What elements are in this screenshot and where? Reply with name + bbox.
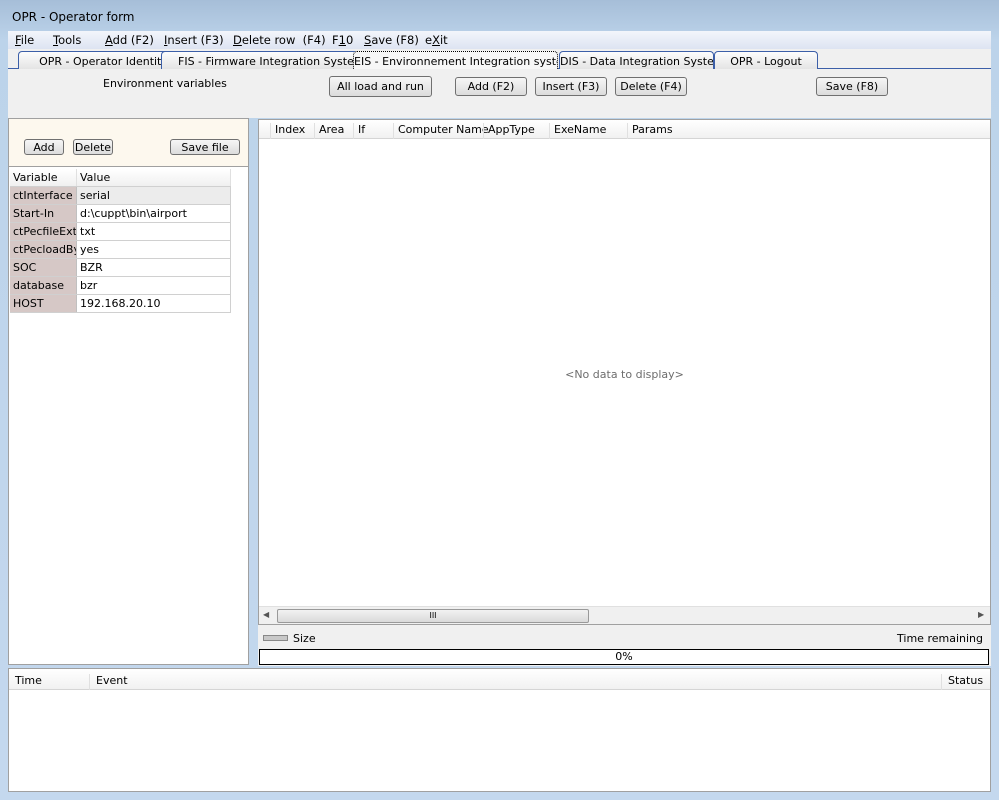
variable-value[interactable]: 192.168.20.10	[77, 295, 231, 312]
time-remaining-label: Time remaining	[897, 632, 983, 645]
variable-name[interactable]: HOST	[10, 295, 77, 312]
variables-grid: Variable Value ctInterface serial Start-In…	[10, 169, 231, 313]
menu-add[interactable]: Add (F2)	[105, 33, 154, 47]
grid-header: Index Area If Computer Name AppType ExeN…	[259, 120, 990, 139]
variable-value[interactable]: serial	[77, 187, 231, 204]
variable-row[interactable]: ctInterface serial	[10, 187, 231, 205]
variable-name[interactable]: Start-In	[10, 205, 77, 222]
variable-row[interactable]: SOC BZR	[10, 259, 231, 277]
menu-tools[interactable]: Tools	[53, 33, 81, 47]
scroll-left-icon[interactable]: ◀	[263, 610, 269, 619]
environment-variables-panel: Add Delete Save file Variable Value ctIn…	[8, 118, 249, 665]
event-log: Time Event Status	[8, 668, 991, 792]
variable-name[interactable]: ctPecfileExtension	[10, 223, 77, 240]
delete-button[interactable]: Delete (F4)	[615, 77, 687, 96]
variable-delete-button[interactable]: Delete	[73, 139, 113, 155]
scrollbar-thumb[interactable]: III	[277, 609, 589, 623]
applications-grid: Index Area If Computer Name AppType ExeN…	[258, 119, 991, 625]
menu-exit[interactable]: eXit	[425, 33, 448, 47]
variable-value[interactable]: BZR	[77, 259, 231, 276]
column-header-event[interactable]: Event	[89, 674, 128, 690]
grid-header: Variable Value	[10, 169, 231, 187]
menu-bar: File Tools Add (F2) Insert (F3) Delete r…	[8, 31, 991, 49]
menu-f10[interactable]: F10	[332, 33, 353, 47]
grip-icon: III	[429, 611, 437, 620]
column-header-status[interactable]: Status	[941, 674, 983, 690]
window-title: OPR - Operator form	[12, 10, 135, 24]
tab-environment-integration[interactable]: EIS - Environnement Integration system	[353, 51, 558, 69]
column-header-apptype[interactable]: AppType	[483, 123, 535, 139]
column-header-time[interactable]: Time	[9, 674, 42, 690]
tab-firmware-integration[interactable]: FIS - Firmware Integration System	[161, 51, 358, 69]
log-header: Time Event Status	[9, 669, 990, 690]
menu-save[interactable]: Save (F8)	[364, 33, 419, 47]
toolbar-panel: Environment variables All load and run A…	[8, 69, 991, 118]
variable-value[interactable]: yes	[77, 241, 231, 258]
menu-insert[interactable]: Insert (F3)	[164, 33, 224, 47]
column-header-variable[interactable]: Variable	[10, 169, 77, 186]
progress-text: 0%	[615, 650, 633, 663]
variable-name[interactable]: SOC	[10, 259, 77, 276]
section-label: Environment variables	[103, 77, 227, 90]
tab-data-integration[interactable]: DIS - Data Integration System	[559, 51, 714, 69]
variable-value[interactable]: bzr	[77, 277, 231, 294]
tab-logout[interactable]: OPR - Logout	[714, 51, 818, 69]
column-header-value[interactable]: Value	[77, 169, 231, 186]
variable-row[interactable]: ctPecfileExtensiontxt	[10, 223, 231, 241]
status-panel: Size Time remaining 0%	[258, 625, 991, 666]
variable-value[interactable]: d:\cuppt\bin\airport	[77, 205, 231, 222]
variables-toolbar: Add Delete Save file	[9, 119, 248, 167]
save-file-button[interactable]: Save file	[170, 139, 240, 155]
horizontal-scrollbar[interactable]: ◀ III ▶	[259, 606, 990, 624]
column-header-index[interactable]: Index	[270, 123, 305, 139]
add-button[interactable]: Add (F2)	[455, 77, 527, 96]
empty-message: <No data to display>	[565, 368, 684, 381]
insert-button[interactable]: Insert (F3)	[535, 77, 607, 96]
variable-add-button[interactable]: Add	[24, 139, 64, 155]
column-header-computer-name[interactable]: Computer Name	[393, 123, 489, 139]
variable-name[interactable]: database	[10, 277, 77, 294]
tab-operator-identity[interactable]: OPR - Operator Identity	[18, 51, 169, 69]
variable-row[interactable]: Start-In d:\cuppt\bin\airport	[10, 205, 231, 223]
all-load-and-run-button[interactable]: All load and run	[329, 76, 432, 97]
variable-row[interactable]: ctPecloadByCyes	[10, 241, 231, 259]
size-label: Size	[293, 632, 316, 645]
column-header-params[interactable]: Params	[627, 123, 673, 139]
save-button[interactable]: Save (F8)	[816, 77, 888, 96]
menu-delete-row[interactable]: Delete row (F4)	[233, 33, 326, 47]
variable-row[interactable]: HOST 192.168.20.10	[10, 295, 231, 313]
variable-name[interactable]: ctPecloadByC	[10, 241, 77, 258]
variable-name[interactable]: ctInterface	[10, 187, 77, 204]
progress-bar: 0%	[259, 649, 989, 665]
scroll-right-icon[interactable]: ▶	[978, 610, 984, 619]
variable-value[interactable]: txt	[77, 223, 231, 240]
tab-strip: OPR - Operator Identity FIS - Firmware I…	[8, 49, 991, 69]
menu-file[interactable]: File	[15, 33, 34, 47]
size-indicator-icon	[263, 635, 288, 641]
column-header-if[interactable]: If	[353, 123, 365, 139]
column-header-area[interactable]: Area	[314, 123, 344, 139]
column-header-exename[interactable]: ExeName	[549, 123, 606, 139]
variable-row[interactable]: database bzr	[10, 277, 231, 295]
